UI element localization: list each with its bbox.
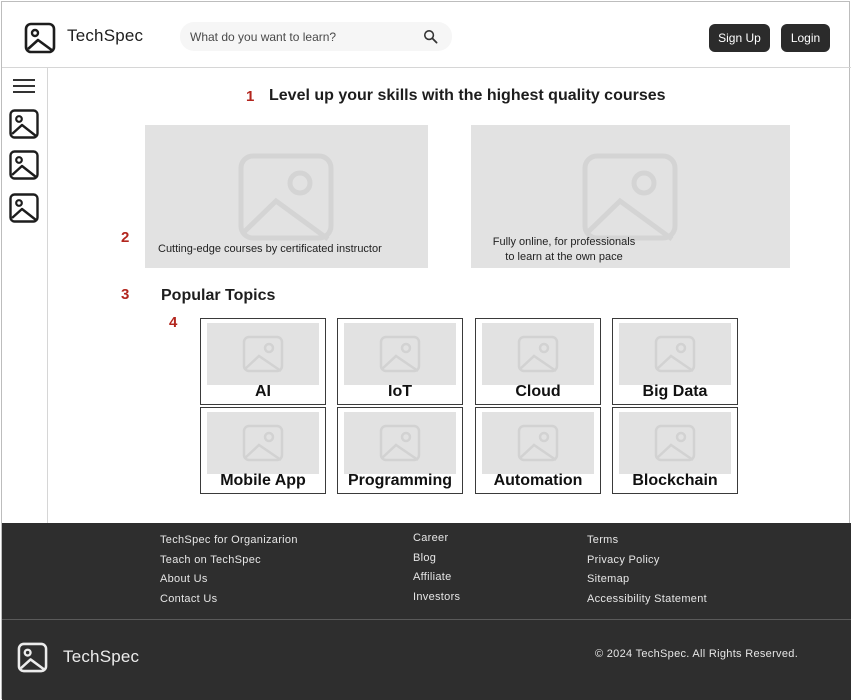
topic-label: Cloud <box>515 383 561 400</box>
topic-card[interactable]: Big Data <box>612 318 738 405</box>
topic-label: Mobile App <box>220 472 306 489</box>
topic-thumbnail <box>207 412 319 474</box>
hero-caption-line: to learn at the own pace <box>505 251 623 263</box>
topic-card[interactable]: Blockchain <box>612 407 738 494</box>
topic-card[interactable]: Cloud <box>475 318 601 405</box>
footer-logo-image-icon[interactable] <box>17 642 48 673</box>
placeholder-image-icon <box>654 335 696 373</box>
search-bar <box>180 22 452 51</box>
sidebar-image-icon[interactable] <box>9 109 39 139</box>
topic-thumbnail <box>344 412 456 474</box>
top-header: TechSpec Sign Up Login <box>2 2 851 68</box>
annotation-marker: 3 <box>121 286 130 303</box>
hero-caption: Cutting-edge courses by certificated ins… <box>158 243 382 255</box>
hero-card-online[interactable]: Fully online, for professionals to learn… <box>471 125 790 268</box>
topic-thumbnail <box>482 323 594 385</box>
placeholder-image-icon <box>238 153 334 241</box>
placeholder-image-icon <box>517 335 559 373</box>
footer-link[interactable]: Sitemap <box>587 573 629 585</box>
footer-link[interactable]: Accessibility Statement <box>587 593 707 605</box>
footer-link[interactable]: Contact Us <box>160 593 217 605</box>
hamburger-menu-icon[interactable] <box>13 78 35 94</box>
annotation-marker: 1 <box>246 88 255 105</box>
topic-card[interactable]: AI <box>200 318 326 405</box>
footer-link[interactable]: Teach on TechSpec <box>160 554 261 566</box>
topic-label: AI <box>255 383 271 400</box>
left-sidebar <box>2 68 48 523</box>
site-footer: TechSpec for Organizarion Teach on TechSp… <box>2 523 851 700</box>
sign-up-button[interactable]: Sign Up <box>709 24 770 52</box>
hero-card-instructors[interactable]: Cutting-edge courses by certificated ins… <box>145 125 428 268</box>
footer-link[interactable]: Investors <box>413 591 460 603</box>
topic-thumbnail <box>344 323 456 385</box>
placeholder-image-icon <box>242 424 284 462</box>
search-icon[interactable] <box>423 29 438 44</box>
brand-name[interactable]: TechSpec <box>67 26 143 46</box>
topic-thumbnail <box>482 412 594 474</box>
footer-link[interactable]: Blog <box>413 552 436 564</box>
topic-card[interactable]: Programming <box>337 407 463 494</box>
placeholder-image-icon <box>379 424 421 462</box>
topic-card[interactable]: Mobile App <box>200 407 326 494</box>
topic-label: Programming <box>347 472 452 489</box>
copyright-text: © 2024 TechSpec. All Rights Reserved. <box>595 648 799 660</box>
footer-link[interactable]: Affiliate <box>413 571 452 583</box>
annotation-marker: 4 <box>169 314 178 331</box>
topic-label: Big Data <box>642 383 708 400</box>
topic-card[interactable]: IoT <box>337 318 463 405</box>
topic-thumbnail <box>207 323 319 385</box>
sidebar-image-icon[interactable] <box>9 150 39 180</box>
logo-image-icon[interactable] <box>24 22 56 54</box>
hero-caption: Fully online, for professionals to learn… <box>479 235 649 265</box>
placeholder-image-icon <box>242 335 284 373</box>
footer-divider <box>2 619 851 620</box>
topic-thumbnail <box>619 412 731 474</box>
login-button[interactable]: Login <box>781 24 830 52</box>
placeholder-image-icon <box>517 424 559 462</box>
footer-link[interactable]: Terms <box>587 534 618 546</box>
footer-link[interactable]: About Us <box>160 573 208 585</box>
footer-brand-name[interactable]: TechSpec <box>63 647 139 667</box>
footer-link[interactable]: TechSpec for Organizarion <box>160 534 298 546</box>
topic-label: IoT <box>388 383 412 400</box>
popular-topics-title: Popular Topics <box>161 287 276 304</box>
annotation-marker: 2 <box>121 229 130 246</box>
topic-label: Automation <box>493 472 583 489</box>
app-frame: TechSpec Sign Up Login <box>1 1 851 700</box>
topic-thumbnail <box>619 323 731 385</box>
topic-label: Blockchain <box>632 472 718 489</box>
topic-card[interactable]: Automation <box>475 407 601 494</box>
page-headline: Level up your skills with the highest qu… <box>269 87 666 104</box>
footer-link[interactable]: Career <box>413 532 448 544</box>
hero-caption-line: Fully online, for professionals <box>492 236 636 248</box>
sidebar-image-icon[interactable] <box>9 193 39 223</box>
placeholder-image-icon <box>582 153 678 241</box>
placeholder-image-icon <box>654 424 696 462</box>
footer-link[interactable]: Privacy Policy <box>587 554 660 566</box>
placeholder-image-icon <box>379 335 421 373</box>
search-input[interactable] <box>190 27 410 47</box>
